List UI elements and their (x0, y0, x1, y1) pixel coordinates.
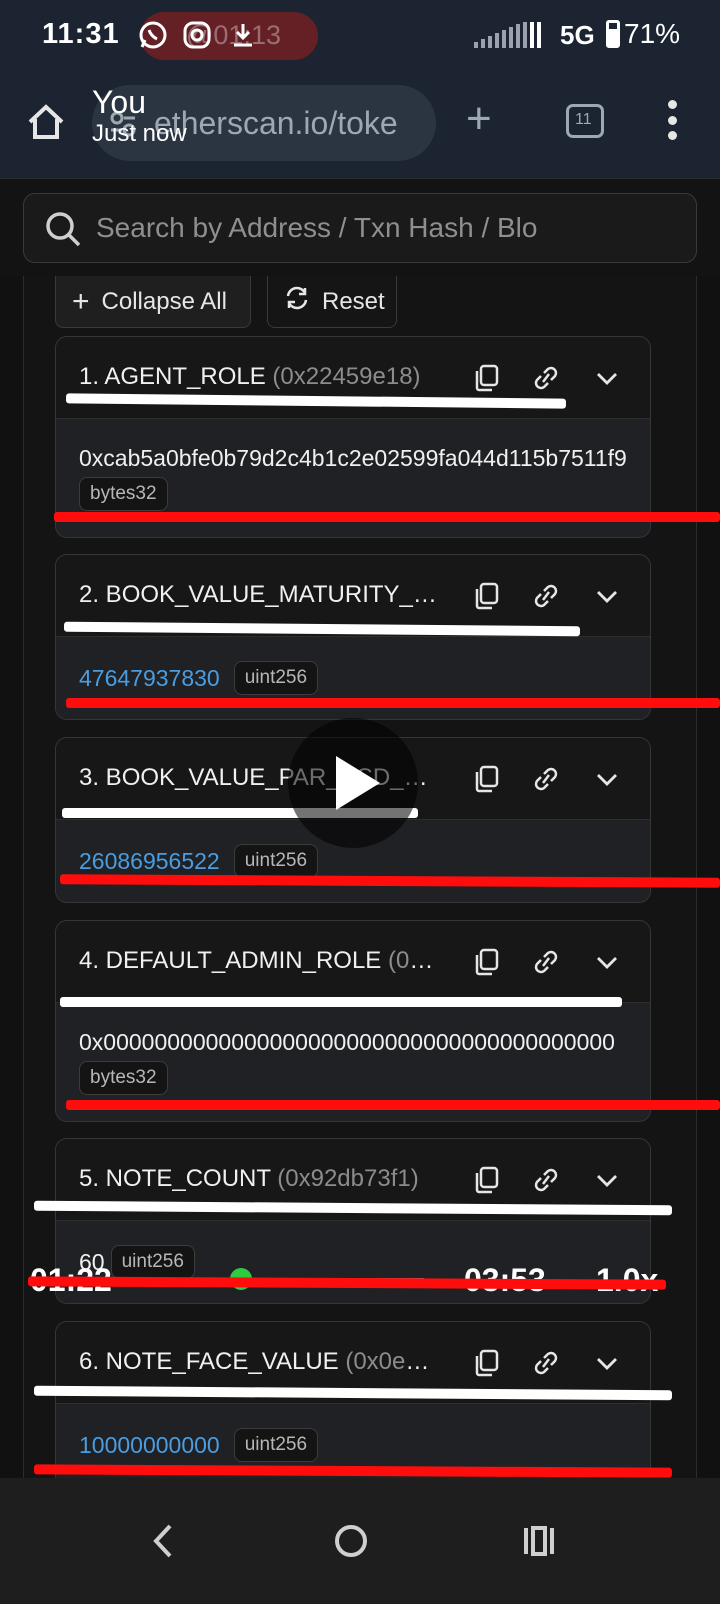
function-signature: (0xa... (387, 947, 439, 974)
result-value[interactable]: 10000000000 (79, 1432, 220, 1459)
refresh-icon (284, 285, 310, 318)
function-name: 4. DEFAULT_ADMIN_ROLE (79, 947, 382, 974)
battery-icon (606, 20, 620, 48)
copy-icon[interactable] (472, 1348, 502, 1378)
collapse-all-button[interactable]: + Collapse All (55, 276, 251, 328)
network-type: 5G (560, 20, 595, 50)
chevron-down-icon[interactable] (592, 947, 622, 977)
reset-label: Reset (322, 287, 385, 315)
clock: 11:31 (42, 18, 120, 50)
new-tab-button[interactable]: + (466, 94, 492, 144)
shared-by-name: You (92, 84, 146, 120)
link-icon[interactable] (530, 1348, 560, 1378)
shared-by-time: Just now (92, 120, 187, 147)
function-name: 1. AGENT_ROLE (79, 363, 266, 390)
reset-button[interactable]: Reset (267, 276, 397, 328)
function-name: 5. NOTE_COUNT (79, 1165, 271, 1192)
function-header[interactable]: 4. DEFAULT_ADMIN_ROLE (0xa... (56, 921, 650, 1003)
shared-by-overlay: You Just now (92, 84, 187, 148)
search-input[interactable] (96, 206, 566, 250)
search-box[interactable] (23, 193, 697, 263)
underline-mark-red (66, 1100, 720, 1110)
panel-actions: + Collapse All Reset (55, 276, 397, 328)
home-icon[interactable] (26, 102, 66, 142)
chevron-down-icon[interactable] (592, 1165, 622, 1195)
function-card-default-admin-role: 4. DEFAULT_ADMIN_ROLE (0xa... 0x00000000… (55, 920, 651, 1122)
instagram-icon (182, 20, 212, 50)
link-icon[interactable] (530, 947, 560, 977)
result-value: 0x00000000000000000000000000000000000000… (79, 1029, 615, 1055)
address-bar-url: etherscan.io/toke (154, 105, 398, 141)
function-result: 60 uint256 (56, 1221, 650, 1303)
play-icon (336, 756, 380, 810)
link-icon[interactable] (530, 1165, 560, 1195)
copy-icon[interactable] (472, 581, 502, 611)
result-value: 0xcab5a0bfe0b79d2c4b1c2e02599fa044d115b7… (79, 445, 627, 471)
result-value[interactable]: 26086956522 (79, 848, 220, 875)
system-nav-bar (0, 1478, 720, 1604)
function-card-agent-role: 1. AGENT_ROLE (0x22459e18) 0xcab5a0bfe0b… (55, 336, 651, 538)
battery-percent: 71% (624, 18, 681, 49)
copy-icon[interactable] (472, 1165, 502, 1195)
chevron-down-icon[interactable] (592, 581, 622, 611)
home-nav-icon[interactable] (326, 1516, 376, 1566)
type-badge: bytes32 (79, 1061, 168, 1095)
status-bar: @01:13 11:31 5G 71% (0, 0, 720, 72)
more-options-icon[interactable] (666, 100, 678, 140)
type-badge: uint256 (110, 1245, 195, 1279)
whatsapp-icon (138, 20, 168, 50)
search-section (0, 178, 720, 276)
copy-icon[interactable] (472, 363, 502, 393)
recent-apps-icon[interactable] (514, 1516, 564, 1566)
tab-switcher-button[interactable]: 11 (566, 104, 604, 138)
link-icon[interactable] (530, 764, 560, 794)
underline-mark-red (54, 512, 720, 522)
read-contract-panel: + Collapse All Reset 1. AGENT_ROLE (0x22… (23, 276, 697, 1512)
function-name: 2. BOOK_VALUE_MATURITY_U... (79, 581, 439, 608)
signal-icon (474, 22, 541, 48)
type-badge: uint256 (233, 844, 319, 878)
chevron-down-icon[interactable] (592, 764, 622, 794)
back-icon[interactable] (140, 1516, 190, 1566)
copy-icon[interactable] (472, 947, 502, 977)
function-card-book-value-maturity: 2. BOOK_VALUE_MATURITY_U... 47647937830 … (55, 554, 651, 720)
search-icon (44, 210, 82, 248)
type-badge: bytes32 (79, 477, 168, 511)
browser-toolbar: etherscan.io/toke You Just now + 11 (0, 72, 720, 178)
copy-icon[interactable] (472, 764, 502, 794)
underline-mark-white (60, 997, 622, 1007)
function-signature: (0x92db73f1) (277, 1165, 419, 1192)
collapse-all-label: Collapse All (101, 287, 227, 315)
download-icon (228, 20, 258, 50)
underline-mark-red (66, 698, 720, 708)
type-badge: uint256 (233, 1428, 319, 1462)
video-play-button[interactable] (288, 718, 418, 848)
function-name: 6. NOTE_FACE_VALUE (79, 1348, 339, 1375)
link-icon[interactable] (530, 581, 560, 611)
plus-icon: + (72, 284, 90, 318)
tab-count: 11 (575, 111, 592, 128)
link-icon[interactable] (530, 363, 560, 393)
function-signature: (0x0e25... (345, 1348, 439, 1375)
result-value[interactable]: 47647937830 (79, 665, 220, 692)
type-badge: uint256 (233, 661, 319, 695)
function-signature: (0x22459e18) (272, 363, 421, 390)
chevron-down-icon[interactable] (592, 1348, 622, 1378)
chevron-down-icon[interactable] (592, 363, 622, 393)
